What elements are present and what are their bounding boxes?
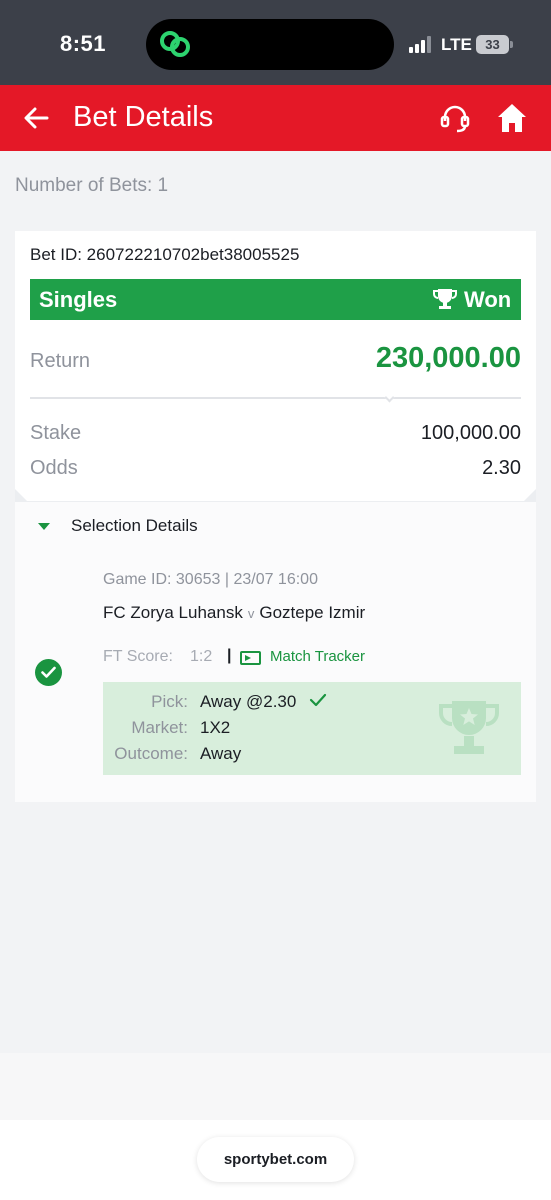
- app-header: Bet Details: [0, 85, 551, 151]
- back-arrow-icon[interactable]: [20, 102, 52, 134]
- bet-card: Bet ID: 260722210702bet38005525 Singles …: [15, 231, 536, 802]
- url-bar[interactable]: sportybet.com: [197, 1137, 354, 1182]
- pick-box: Pick: Away @2.30 Market: 1X2 Outcome: Aw…: [103, 682, 521, 775]
- divider: [30, 397, 521, 399]
- stake-value: 100,000.00: [420, 422, 521, 444]
- divider-marker: [384, 392, 395, 403]
- bets-count: Number of Bets: 1: [15, 175, 169, 196]
- pick-value: Away @2.30: [200, 692, 297, 711]
- match-tracker-icon[interactable]: [240, 651, 261, 665]
- stake-label: Stake: [30, 422, 82, 444]
- status-bar: 8:51 LTE 33: [0, 0, 551, 85]
- signal-icon: [409, 36, 433, 53]
- home-icon[interactable]: [495, 101, 529, 135]
- selection-details: Selection Details Game ID: 30653 | 23/07…: [15, 501, 536, 802]
- score-label: FT Score:: [103, 648, 173, 665]
- score-value: 1:2: [190, 648, 213, 665]
- battery-icon: 33: [476, 35, 509, 54]
- market-label: Market:: [131, 718, 188, 737]
- versus: v: [247, 606, 255, 621]
- bet-type-bar: Singles Won: [30, 279, 521, 320]
- odds-label: Odds: [30, 457, 78, 479]
- dynamic-island: [146, 19, 394, 70]
- outcome-label: Outcome:: [114, 744, 188, 763]
- trophy-icon: [433, 289, 457, 309]
- market-value: 1X2: [200, 718, 231, 737]
- away-team: Goztepe Izmir: [259, 603, 366, 622]
- page-title: Bet Details: [73, 101, 214, 133]
- battery-tip: [510, 41, 513, 48]
- bet-status: Won: [464, 287, 512, 312]
- check-circle-icon: [35, 659, 62, 686]
- page-bottom-area: [0, 1053, 551, 1120]
- bet-id: Bet ID: 260722210702bet38005525: [30, 245, 300, 264]
- return-value: 230,000.00: [375, 342, 521, 374]
- network-type: LTE: [441, 35, 472, 54]
- game-id: Game ID: 30653 | 23/07 16:00: [103, 571, 318, 588]
- link-icon: [160, 31, 190, 57]
- odds-value: 2.30: [482, 457, 521, 479]
- return-label: Return: [30, 350, 91, 372]
- headset-support-icon[interactable]: [438, 102, 472, 136]
- bet-type: Singles: [39, 287, 118, 312]
- caret-down-icon[interactable]: [38, 523, 50, 530]
- separator: |: [227, 647, 232, 664]
- browser-bottom-bar: sportybet.com: [0, 1120, 551, 1200]
- selection-details-toggle[interactable]: Selection Details: [71, 516, 198, 536]
- status-time: 8:51: [60, 31, 107, 56]
- outcome-value: Away: [200, 744, 242, 763]
- pick-label: Pick:: [151, 692, 188, 711]
- home-team: FC Zorya Luhansk: [103, 603, 243, 622]
- checkmark-icon: [309, 693, 327, 707]
- match-teams: FC Zorya Luhansk v Goztepe Izmir: [103, 603, 365, 623]
- match-tracker-link[interactable]: Match Tracker: [270, 648, 365, 665]
- trophy-watermark-icon: [439, 701, 499, 754]
